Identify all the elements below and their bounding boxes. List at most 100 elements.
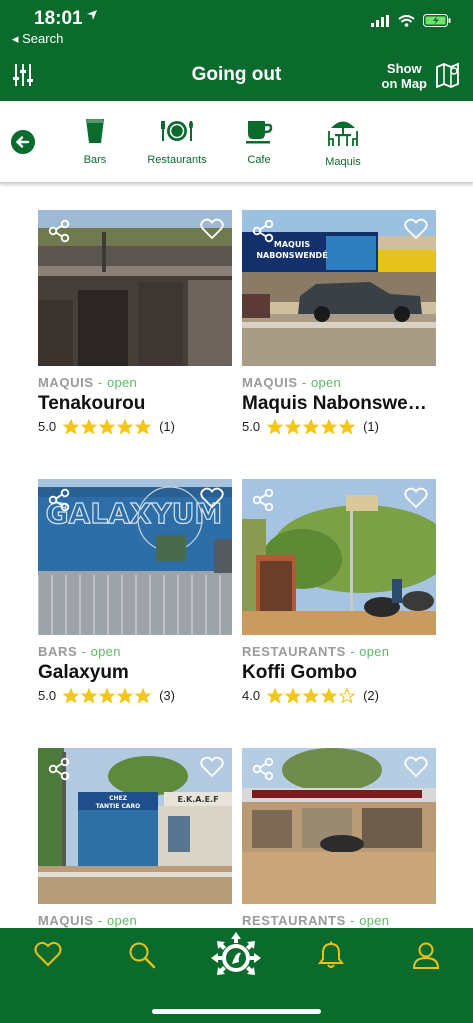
- rating-score: 5.0: [38, 419, 57, 434]
- star-filled-icon: [63, 688, 80, 703]
- rating-score: 5.0: [38, 688, 57, 703]
- star-filled-icon: [117, 419, 134, 434]
- favorite-heart-icon[interactable]: [404, 218, 428, 240]
- listing-card[interactable]: MAQUIS NABONSWENDÉ MAQUIS - open Maquis …: [242, 210, 436, 434]
- status-time: 18:01: [34, 8, 83, 29]
- share-icon[interactable]: [251, 219, 275, 243]
- open-status: open: [90, 644, 121, 659]
- sign-text: MAQUIS: [274, 240, 310, 249]
- rating-row: 5.0 (1): [38, 419, 232, 434]
- listing-photo[interactable]: CHEZ TANTIE CARO E.K.A.E.F: [38, 748, 232, 904]
- sign-text: GALAXYUM: [46, 497, 223, 530]
- favorite-heart-icon[interactable]: [200, 756, 224, 778]
- listing-card[interactable]: CHEZ TANTIE CARO E.K.A.E.F MAQUIS - open: [38, 748, 232, 928]
- listing-meta: MAQUIS - open: [242, 375, 436, 390]
- star-rating: [267, 688, 356, 703]
- listing-name[interactable]: Koffi Gombo: [242, 662, 436, 684]
- listing-photo[interactable]: [242, 479, 436, 635]
- sign-text: CHEZ: [109, 795, 128, 802]
- listing-meta: RESTAURANTS - open: [242, 644, 436, 659]
- share-icon[interactable]: [47, 757, 71, 781]
- meta-separator: -: [345, 913, 360, 928]
- listing-photo[interactable]: [242, 748, 436, 904]
- cup-icon: [246, 121, 273, 144]
- listing-card[interactable]: MAQUIS - open Tenakourou 5.0 (1): [38, 210, 232, 434]
- rating-score: 4.0: [242, 688, 261, 703]
- favorite-heart-icon[interactable]: [200, 487, 224, 509]
- listing-photo[interactable]: [38, 210, 232, 366]
- open-status: open: [359, 644, 390, 659]
- star-filled-icon: [321, 419, 338, 434]
- status-indicators: [371, 14, 451, 27]
- listing-meta: MAQUIS - open: [38, 375, 232, 390]
- star-filled-icon: [63, 419, 80, 434]
- category-label: Bars: [83, 154, 107, 166]
- listing-meta: BARS - open: [38, 644, 232, 659]
- listing-card[interactable]: GALAXYUM BARS - open Galaxyum 5.0 (3): [38, 479, 232, 703]
- star-filled-icon: [117, 688, 134, 703]
- listing-type: MAQUIS: [38, 375, 94, 390]
- compass-home-icon[interactable]: [205, 931, 267, 981]
- listing-photo[interactable]: MAQUIS NABONSWENDÉ: [242, 210, 436, 366]
- share-icon[interactable]: [47, 488, 71, 512]
- rating-row: 5.0 (1): [242, 419, 436, 434]
- listing-photo[interactable]: GALAXYUM: [38, 479, 232, 635]
- review-count: (1): [159, 419, 175, 434]
- rating-row: 4.0 (2): [242, 688, 436, 703]
- back-to-search-link[interactable]: ◂ Search: [12, 31, 63, 47]
- glass-icon: [86, 119, 104, 143]
- star-empty-icon: [339, 688, 356, 703]
- listing-type: RESTAURANTS: [242, 644, 346, 659]
- category-label: Restaurants: [147, 154, 207, 166]
- location-arrow-icon: [87, 10, 97, 20]
- listing-name[interactable]: Tenakourou: [38, 393, 232, 415]
- category-maquis[interactable]: Maquis: [323, 117, 363, 168]
- map-icon[interactable]: [435, 62, 461, 88]
- star-filled-icon: [267, 688, 284, 703]
- search-icon[interactable]: [128, 941, 156, 969]
- meta-separator: -: [93, 913, 107, 928]
- open-status: open: [359, 913, 390, 928]
- home-indicator: [152, 1009, 321, 1014]
- listing-name[interactable]: Maquis Nabonswendé: [242, 393, 436, 415]
- star-filled-icon: [99, 419, 116, 434]
- rating-row: 5.0 (3): [38, 688, 232, 703]
- listing-name[interactable]: Galaxyum: [38, 662, 232, 684]
- favorite-heart-icon[interactable]: [404, 756, 428, 778]
- star-rating: [63, 419, 152, 434]
- listing-card[interactable]: RESTAURANTS - open Koffi Gombo 4.0 (2): [242, 479, 436, 703]
- star-rating: [267, 419, 356, 434]
- review-count: (1): [363, 419, 379, 434]
- show-map-label-1: Show: [386, 61, 422, 76]
- favorite-heart-icon[interactable]: [404, 487, 428, 509]
- heart-icon[interactable]: [34, 941, 62, 967]
- category-label: Cafe: [247, 154, 271, 166]
- share-icon[interactable]: [251, 757, 275, 781]
- star-filled-icon: [135, 419, 152, 434]
- category-restaurants[interactable]: Restaurants: [147, 117, 207, 166]
- category-bars[interactable]: Bars: [78, 117, 112, 166]
- listing-meta: RESTAURANTS - open: [242, 913, 436, 928]
- category-label: Maquis: [325, 156, 361, 168]
- share-icon[interactable]: [251, 488, 275, 512]
- star-filled-icon: [81, 688, 98, 703]
- star-filled-icon: [303, 419, 320, 434]
- sign-text: E.K.A.E.F: [177, 795, 218, 804]
- battery-icon: [423, 14, 451, 27]
- review-count: (2): [363, 688, 379, 703]
- star-rating: [63, 688, 152, 703]
- back-arrow-icon[interactable]: [11, 130, 35, 154]
- show-on-map-button[interactable]: Show on Map: [382, 61, 428, 91]
- share-icon[interactable]: [47, 219, 71, 243]
- sign-text: NABONSWENDÉ: [256, 249, 327, 260]
- category-cafe[interactable]: Cafe: [244, 117, 274, 166]
- app-header: 18:01 ◂ Search Going out Show on Map: [0, 0, 473, 101]
- show-map-label-2: on Map: [381, 76, 428, 91]
- star-filled-icon: [81, 419, 98, 434]
- listing-card[interactable]: RESTAURANTS - open: [242, 748, 436, 928]
- bell-icon[interactable]: [318, 941, 344, 969]
- favorite-heart-icon[interactable]: [200, 218, 224, 240]
- meta-separator: -: [297, 375, 311, 390]
- meta-separator: -: [93, 375, 107, 390]
- user-icon[interactable]: [412, 941, 440, 969]
